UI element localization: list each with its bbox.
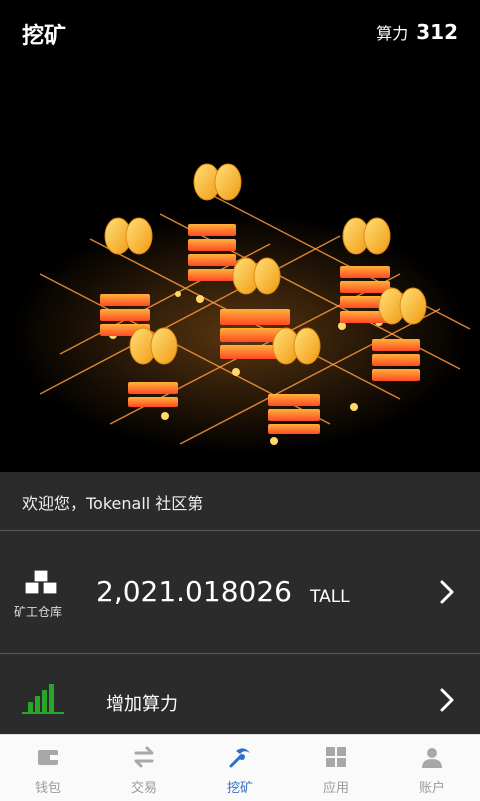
- tab-mining[interactable]: 挖矿: [192, 735, 288, 801]
- tab-label: 应用: [322, 781, 349, 796]
- warehouse-unit: TALL: [310, 587, 350, 607]
- server-stack-far-right: [372, 339, 420, 381]
- notice-text: 欢迎您，Tokenall 社区第: [22, 494, 204, 513]
- pickaxe-icon: [229, 748, 250, 768]
- server-stack-bottom: [268, 394, 320, 434]
- exchange-icon: [134, 746, 154, 768]
- wallet-icon: [38, 750, 58, 765]
- bar-chart-icon: [22, 684, 64, 714]
- bottom-tab-bar: 钱包 交易 挖矿 应用 账户: [0, 734, 480, 801]
- tab-wallet[interactable]: 钱包: [0, 735, 96, 801]
- tab-label: 账户: [418, 781, 445, 796]
- hashrate-value: 312: [416, 20, 458, 44]
- hashrate-display: 算力 312: [376, 20, 458, 44]
- miner-warehouse-row[interactable]: 矿工仓库 2,021.018026 TALL: [0, 531, 480, 654]
- tab-apps[interactable]: 应用: [288, 735, 384, 801]
- add-hashrate-row[interactable]: 增加算力: [0, 654, 480, 734]
- top-bar: 挖矿 算力 312: [0, 0, 480, 64]
- warehouse-label: 矿工仓库: [14, 605, 63, 619]
- cubes-icon: [24, 569, 58, 595]
- mining-network-graphic: [10, 163, 471, 454]
- user-icon: [422, 748, 442, 768]
- tab-label: 钱包: [34, 781, 61, 796]
- page-title: 挖矿: [22, 24, 67, 49]
- notice-bar[interactable]: 欢迎您，Tokenall 社区第: [0, 472, 480, 531]
- tab-label: 交易: [130, 781, 157, 796]
- tab-label: 挖矿: [226, 781, 253, 796]
- warehouse-balance: 2,021.018026: [96, 575, 292, 608]
- hashrate-label: 算力: [376, 24, 409, 43]
- tab-account[interactable]: 账户: [384, 735, 480, 801]
- add-hashrate-label: 增加算力: [106, 694, 178, 715]
- tab-exchange[interactable]: 交易: [96, 735, 192, 801]
- apps-icon: [326, 747, 346, 767]
- chevron-right-icon: [440, 688, 454, 712]
- mining-illustration: [0, 64, 480, 472]
- chevron-right-icon: [440, 580, 454, 604]
